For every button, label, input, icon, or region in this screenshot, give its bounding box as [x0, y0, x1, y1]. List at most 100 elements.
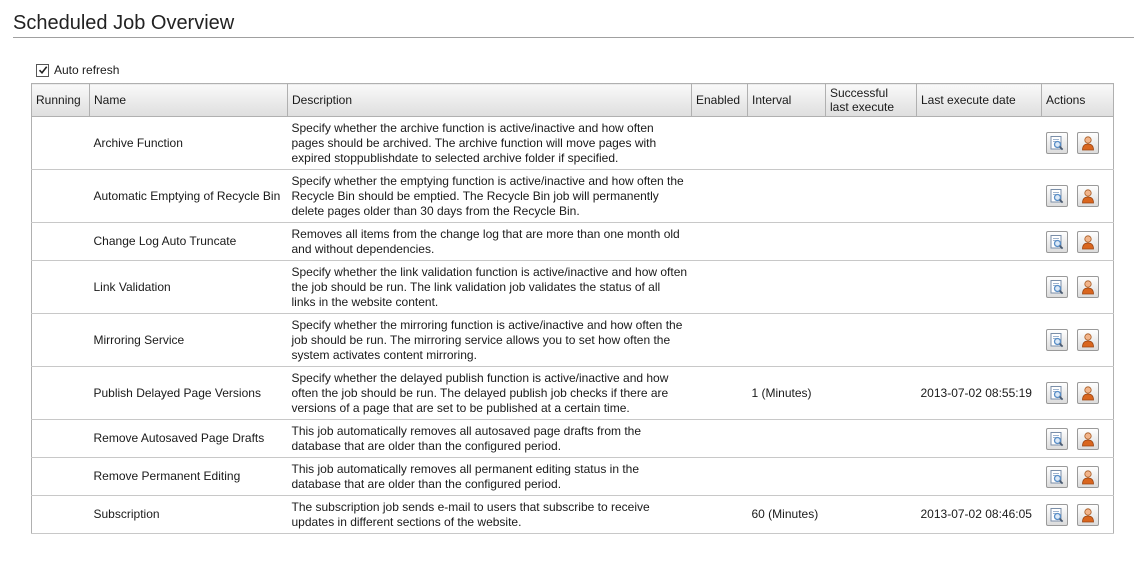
run-as-user-button[interactable]	[1076, 276, 1099, 298]
successful-cell	[825, 495, 917, 534]
table-row: Mirroring Service Specify whether the mi…	[31, 313, 1114, 367]
job-last-execute-date	[916, 116, 1042, 170]
auto-refresh-label: Auto refresh	[54, 63, 120, 77]
enabled-cell	[691, 313, 748, 367]
successful-cell	[825, 260, 917, 314]
enabled-cell	[691, 116, 748, 170]
user-icon	[1081, 189, 1094, 204]
view-details-button[interactable]	[1045, 382, 1068, 404]
job-name: Remove Permanent Editing	[89, 457, 288, 496]
run-as-user-button[interactable]	[1076, 132, 1099, 154]
view-details-button[interactable]	[1045, 465, 1068, 488]
job-description: This job automatically removes all autos…	[287, 419, 692, 458]
enabled-cell	[691, 495, 748, 534]
table-row: Remove Autosaved Page Drafts This job au…	[31, 419, 1114, 458]
view-details-icon	[1050, 280, 1063, 295]
job-interval	[747, 419, 826, 458]
view-details-button[interactable]	[1045, 276, 1068, 298]
user-icon	[1081, 333, 1094, 348]
job-interval	[747, 116, 826, 170]
actions-cell	[1041, 419, 1114, 458]
job-name: Subscription	[89, 495, 288, 534]
col-header-actions: Actions	[1041, 83, 1114, 117]
view-details-icon	[1050, 469, 1063, 484]
job-name: Remove Autosaved Page Drafts	[89, 419, 288, 458]
view-details-icon	[1050, 136, 1063, 151]
col-header-successful-line1: Successful	[830, 86, 889, 100]
job-name: Link Validation	[89, 260, 288, 314]
col-header-running[interactable]: Running	[31, 83, 90, 117]
col-header-successful-line2: last execute	[830, 100, 895, 114]
job-interval	[747, 457, 826, 496]
job-interval	[747, 313, 826, 367]
view-details-icon	[1050, 189, 1063, 204]
job-interval	[747, 260, 826, 314]
successful-cell	[825, 313, 917, 367]
user-icon	[1081, 136, 1094, 151]
job-last-execute-date: 2013-07-02 08:55:19	[916, 366, 1042, 420]
successful-cell	[825, 419, 917, 458]
col-header-enabled[interactable]: Enabled	[691, 83, 748, 117]
view-details-button[interactable]	[1045, 329, 1068, 351]
auto-refresh-toggle[interactable]: Auto refresh	[36, 63, 119, 77]
run-as-user-button[interactable]	[1076, 465, 1099, 488]
running-cell	[31, 260, 90, 314]
running-cell	[31, 222, 90, 261]
job-description: Removes all items from the change log th…	[287, 222, 692, 261]
view-details-button[interactable]	[1045, 427, 1068, 450]
col-header-description[interactable]: Description	[287, 83, 692, 117]
col-header-interval[interactable]: Interval	[747, 83, 826, 117]
actions-cell	[1041, 366, 1114, 420]
job-name: Publish Delayed Page Versions	[89, 366, 288, 420]
user-icon	[1081, 469, 1094, 484]
col-header-name[interactable]: Name	[89, 83, 288, 117]
run-as-user-button[interactable]	[1076, 503, 1099, 526]
job-interval: 60 (Minutes)	[747, 495, 826, 534]
job-last-execute-date: 2013-07-02 08:46:05	[916, 495, 1042, 534]
run-as-user-button[interactable]	[1076, 382, 1099, 404]
table-row: Archive Function Specify whether the arc…	[31, 116, 1114, 170]
enabled-cell	[691, 169, 748, 223]
view-details-button[interactable]	[1045, 132, 1068, 154]
job-last-execute-date	[916, 260, 1042, 314]
view-details-button[interactable]	[1045, 185, 1068, 207]
job-name: Archive Function	[89, 116, 288, 170]
successful-cell	[825, 222, 917, 261]
table-row: Subscription The subscription job sends …	[31, 495, 1114, 534]
auto-refresh-checkbox[interactable]	[36, 63, 49, 77]
job-description: Specify whether the mirroring function i…	[287, 313, 692, 367]
page-title: Scheduled Job Overview	[13, 12, 235, 34]
job-description: Specify whether the emptying function is…	[287, 169, 692, 223]
job-interval	[747, 169, 826, 223]
table-header-row: Running Name Description Enabled Interva…	[31, 83, 1114, 117]
table-row: Automatic Emptying of Recycle Bin Specif…	[31, 169, 1114, 223]
actions-cell	[1041, 169, 1114, 223]
title-divider	[13, 37, 1134, 38]
job-last-execute-date	[916, 313, 1042, 367]
view-details-icon	[1050, 333, 1063, 348]
user-icon	[1081, 507, 1094, 522]
run-as-user-button[interactable]	[1076, 427, 1099, 450]
col-header-last-execute-date[interactable]: Last execute date	[916, 83, 1042, 117]
run-as-user-button[interactable]	[1076, 329, 1099, 351]
col-header-successful-last-execute[interactable]: Successful last execute	[825, 83, 917, 117]
job-name: Change Log Auto Truncate	[89, 222, 288, 261]
run-as-user-button[interactable]	[1076, 185, 1099, 207]
view-details-button[interactable]	[1045, 503, 1068, 526]
job-last-execute-date	[916, 419, 1042, 458]
actions-cell	[1041, 495, 1114, 534]
running-cell	[31, 419, 90, 458]
actions-cell	[1041, 457, 1114, 496]
table-row: Remove Permanent Editing This job automa…	[31, 457, 1114, 496]
job-last-execute-date	[916, 457, 1042, 496]
table-row: Link Validation Specify whether the link…	[31, 260, 1114, 314]
view-details-button[interactable]	[1045, 230, 1068, 253]
job-description: Specify whether the delayed publish func…	[287, 366, 692, 420]
job-description: Specify whether the archive function is …	[287, 116, 692, 170]
job-description: This job automatically removes all perma…	[287, 457, 692, 496]
view-details-icon	[1050, 507, 1063, 522]
job-last-execute-date	[916, 169, 1042, 223]
job-last-execute-date	[916, 222, 1042, 261]
run-as-user-button[interactable]	[1076, 230, 1099, 253]
enabled-cell	[691, 260, 748, 314]
